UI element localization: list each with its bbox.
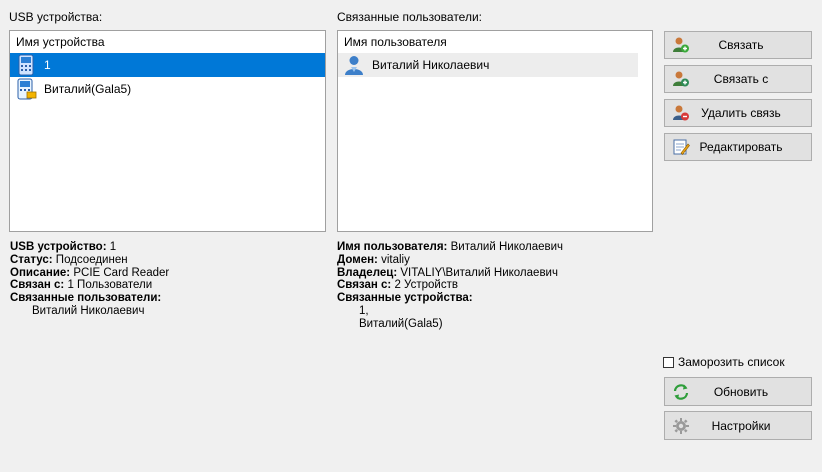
usb-column-header[interactable]: Имя устройства [10, 31, 325, 53]
edit-button-label: Редактировать [699, 140, 783, 154]
device-info-linked-users-label: Связанные пользователи: [10, 292, 162, 305]
linked-users-list[interactable]: Имя пользователя Виталий Николаевич [337, 30, 653, 232]
user-info-owner: Владелец: VITALIY\Виталий Николаевич [337, 266, 558, 279]
settings-button-label: Настройки [711, 418, 771, 433]
device-info-usb: USB устройство: 1 [10, 241, 117, 253]
link-with-button-label: Связать с [713, 72, 769, 86]
device-info-linked-user: Виталий Николаевич [32, 304, 145, 317]
user-info-linked-with: Связан с: 2 Устройств [337, 279, 458, 292]
usb-device-row-1[interactable]: 1 [10, 53, 325, 77]
user-info-linked-devices-label: Связанные устройства: [337, 292, 473, 305]
gear-icon [671, 416, 691, 436]
user-icon [342, 54, 366, 76]
device-info-status: Статус: Подсоединен [10, 253, 128, 266]
refresh-icon [671, 382, 691, 402]
unlink-button[interactable]: Удалить связь [664, 99, 812, 127]
usb-device-row-2[interactable]: Виталий(Gala5) [10, 77, 325, 101]
settings-button[interactable]: Настройки [664, 411, 812, 440]
users-column-header[interactable]: Имя пользователя [338, 31, 652, 53]
device-info-linked-with: Связан с: 1 Пользователи [10, 279, 153, 292]
edit-icon [671, 137, 691, 157]
user-link-icon [671, 35, 691, 55]
usb-devices-title: USB устройства: [9, 10, 103, 24]
device-info: USB устройство: 1 Статус: Подсоединен Оп… [10, 241, 330, 318]
usb-device-icon [14, 54, 38, 76]
user-info-username: Имя пользователя: Виталий Николаевич [337, 241, 564, 253]
link-button-label: Связать [718, 38, 764, 52]
freeze-list-checkbox[interactable] [663, 356, 674, 368]
user-info: Имя пользователя: Виталий Николаевич Дом… [337, 241, 657, 331]
device-info-description: Описание: PCIE Card Reader [10, 266, 170, 279]
usb-device-label: 1 [44, 58, 51, 72]
refresh-button[interactable]: Обновить [664, 377, 812, 406]
linked-users-title: Связанные пользователи: [337, 10, 482, 24]
usb-device-gala-icon [14, 78, 38, 100]
freeze-list-label[interactable]: Заморозить список [678, 355, 785, 369]
usb-devices-list[interactable]: Имя устройства 1 Виталий(Gala5) [9, 30, 326, 232]
user-unlink-icon [671, 103, 691, 123]
user-link-with-icon [671, 69, 691, 89]
link-with-button[interactable]: Связать с [664, 65, 812, 93]
user-info-linked-device: 1, [359, 304, 369, 317]
usb-device-label: Виталий(Gala5) [44, 82, 132, 96]
linked-user-row[interactable]: Виталий Николаевич [338, 53, 638, 77]
user-info-linked-device: Виталий(Gala5) [359, 317, 443, 330]
refresh-button-label: Обновить [713, 384, 769, 399]
unlink-button-label: Удалить связь [701, 106, 781, 120]
edit-button[interactable]: Редактировать [664, 133, 812, 161]
linked-user-label: Виталий Николаевич [372, 58, 490, 72]
freeze-list-control[interactable]: Заморозить список [663, 355, 785, 369]
user-info-domain: Домен: vitaliy [337, 253, 410, 266]
link-button[interactable]: Связать [664, 31, 812, 59]
